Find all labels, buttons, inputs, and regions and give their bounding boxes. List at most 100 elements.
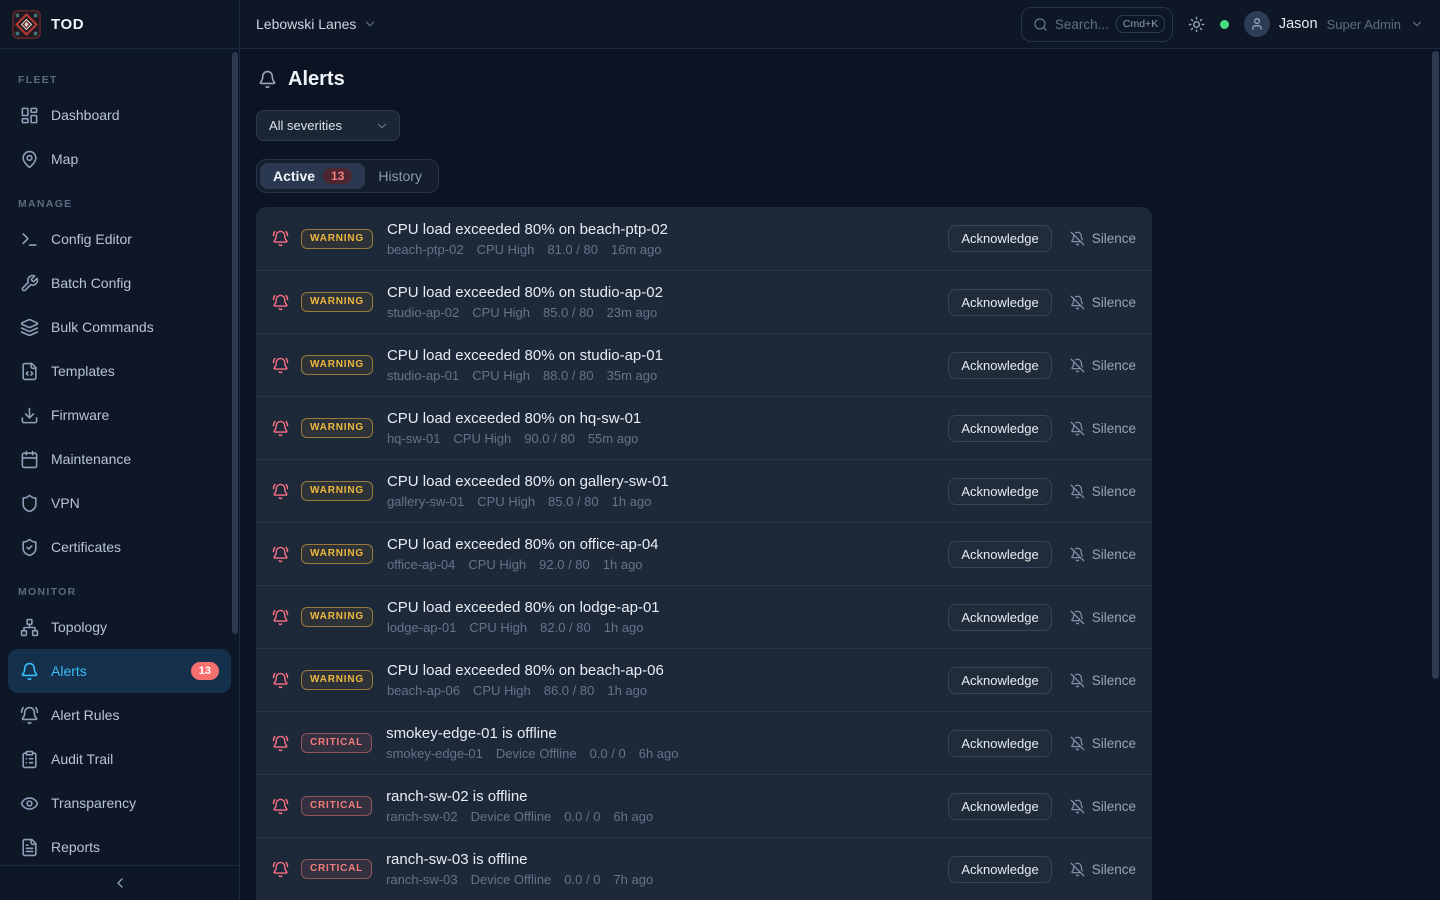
bell-ring-icon xyxy=(272,735,289,752)
brand-name: TOD xyxy=(51,16,84,33)
alert-row[interactable]: CRITICAL ranch-sw-03 is offline ranch-sw… xyxy=(256,837,1152,900)
silence-button[interactable]: Silence xyxy=(1070,862,1136,877)
sidebar-item-audit-trail[interactable]: Audit Trail xyxy=(8,737,231,781)
dashboard-icon xyxy=(20,106,39,125)
alert-actions: Acknowledge Silence xyxy=(948,289,1136,316)
alert-device: beach-ptp-02 xyxy=(387,242,464,257)
alert-row[interactable]: WARNING CPU load exceeded 80% on hq-sw-0… xyxy=(256,396,1152,459)
acknowledge-button[interactable]: Acknowledge xyxy=(948,667,1051,694)
sidebar-item-map[interactable]: Map xyxy=(8,137,231,181)
acknowledge-button[interactable]: Acknowledge xyxy=(948,289,1051,316)
silence-button[interactable]: Silence xyxy=(1070,547,1136,562)
user-menu[interactable]: Jason Super Admin xyxy=(1244,11,1424,37)
alert-row[interactable]: WARNING CPU load exceeded 80% on lodge-a… xyxy=(256,585,1152,648)
alert-row[interactable]: WARNING CPU load exceeded 80% on gallery… xyxy=(256,459,1152,522)
theme-toggle-button[interactable] xyxy=(1188,16,1205,33)
bell-icon xyxy=(258,70,277,89)
alert-meta: beach-ptp-02 CPU High 81.0 / 80 16m ago xyxy=(387,242,668,257)
bell-ring-icon xyxy=(272,861,289,878)
sidebar-item-certificates[interactable]: Certificates xyxy=(8,525,231,569)
alert-value: 88.0 / 80 xyxy=(543,368,594,383)
alert-rule: CPU High xyxy=(472,368,530,383)
main-scrollbar[interactable] xyxy=(1432,51,1439,679)
alert-value: 0.0 / 0 xyxy=(564,872,600,887)
silence-button[interactable]: Silence xyxy=(1070,736,1136,751)
silence-button[interactable]: Silence xyxy=(1070,295,1136,310)
alert-value: 82.0 / 80 xyxy=(540,620,591,635)
sidebar-section: MANAGE Config Editor Batch Config Bulk C… xyxy=(0,197,239,569)
sidebar-item-maintenance[interactable]: Maintenance xyxy=(8,437,231,481)
alert-row[interactable]: CRITICAL smokey-edge-01 is offline smoke… xyxy=(256,711,1152,774)
acknowledge-button[interactable]: Acknowledge xyxy=(948,352,1051,379)
alert-row[interactable]: WARNING CPU load exceeded 80% on office-… xyxy=(256,522,1152,585)
user-role: Super Admin xyxy=(1327,17,1401,32)
sidebar-item-dashboard[interactable]: Dashboard xyxy=(8,93,231,137)
sidebar-scrollbar[interactable] xyxy=(232,52,238,634)
acknowledge-button[interactable]: Acknowledge xyxy=(948,604,1051,631)
sidebar-item-templates[interactable]: Templates xyxy=(8,349,231,393)
tab-active-count-badge: 13 xyxy=(323,168,352,184)
alert-value: 85.0 / 80 xyxy=(548,494,599,509)
acknowledge-button[interactable]: Acknowledge xyxy=(948,730,1051,757)
bell-off-icon xyxy=(1070,484,1085,499)
tab-history[interactable]: History xyxy=(365,163,435,189)
sidebar-item-config-editor[interactable]: Config Editor xyxy=(8,217,231,261)
sidebar-item-alert-rules[interactable]: Alert Rules xyxy=(8,693,231,737)
sidebar-item-firmware[interactable]: Firmware xyxy=(8,393,231,437)
download-icon xyxy=(20,406,39,425)
acknowledge-button[interactable]: Acknowledge xyxy=(948,478,1051,505)
acknowledge-button[interactable]: Acknowledge xyxy=(948,541,1051,568)
silence-button[interactable]: Silence xyxy=(1070,231,1136,246)
sidebar-item-alerts[interactable]: Alerts 13 xyxy=(8,649,231,693)
silence-button[interactable]: Silence xyxy=(1070,799,1136,814)
acknowledge-button[interactable]: Acknowledge xyxy=(948,415,1051,442)
bell-ring-icon xyxy=(272,420,289,437)
severity-badge: WARNING xyxy=(301,481,373,501)
sidebar-item-bulk-commands[interactable]: Bulk Commands xyxy=(8,305,231,349)
bell-ring-icon xyxy=(272,230,289,247)
sidebar-item-reports[interactable]: Reports xyxy=(8,825,231,865)
wrench-icon xyxy=(20,274,39,293)
silence-label: Silence xyxy=(1092,358,1136,373)
sidebar-item-batch-config[interactable]: Batch Config xyxy=(8,261,231,305)
alert-title: CPU load exceeded 80% on beach-ap-06 xyxy=(387,662,664,679)
bell-ring-icon xyxy=(272,483,289,500)
acknowledge-button[interactable]: Acknowledge xyxy=(948,793,1051,820)
alert-row[interactable]: WARNING CPU load exceeded 80% on beach-a… xyxy=(256,648,1152,711)
alert-row[interactable]: CRITICAL ranch-sw-02 is offline ranch-sw… xyxy=(256,774,1152,837)
alert-row[interactable]: WARNING CPU load exceeded 80% on studio-… xyxy=(256,333,1152,396)
alert-meta: office-ap-04 CPU High 92.0 / 80 1h ago xyxy=(387,557,659,572)
silence-button[interactable]: Silence xyxy=(1070,421,1136,436)
shield-icon xyxy=(20,494,39,513)
silence-button[interactable]: Silence xyxy=(1070,673,1136,688)
alert-text: CPU load exceeded 80% on office-ap-04 of… xyxy=(387,536,659,572)
silence-button[interactable]: Silence xyxy=(1070,358,1136,373)
alert-row[interactable]: WARNING CPU load exceeded 80% on beach-p… xyxy=(256,207,1152,270)
sidebar-item-label: Bulk Commands xyxy=(51,319,154,335)
alert-row[interactable]: WARNING CPU load exceeded 80% on studio-… xyxy=(256,270,1152,333)
alert-title: CPU load exceeded 80% on studio-ap-01 xyxy=(387,347,663,364)
avatar xyxy=(1244,11,1270,37)
bell-off-icon xyxy=(1070,358,1085,373)
silence-button[interactable]: Silence xyxy=(1070,484,1136,499)
alert-rule: Device Offline xyxy=(471,809,552,824)
tab-active[interactable]: Active 13 xyxy=(260,163,365,189)
sidebar-item-vpn[interactable]: VPN xyxy=(8,481,231,525)
severity-filter-select[interactable]: All severities xyxy=(256,110,400,141)
sidebar-item-topology[interactable]: Topology xyxy=(8,605,231,649)
acknowledge-button[interactable]: Acknowledge xyxy=(948,225,1051,252)
bell-ring-icon xyxy=(272,609,289,626)
chevron-down-icon xyxy=(363,17,377,31)
acknowledge-button[interactable]: Acknowledge xyxy=(948,856,1051,883)
alert-meta: beach-ap-06 CPU High 86.0 / 80 1h ago xyxy=(387,683,664,698)
alert-meta: gallery-sw-01 CPU High 85.0 / 80 1h ago xyxy=(387,494,669,509)
sidebar-section-items: Topology Alerts 13 Alert Rules Audit Tra… xyxy=(0,605,239,865)
sidebar-item-transparency[interactable]: Transparency xyxy=(8,781,231,825)
alert-device: lodge-ap-01 xyxy=(387,620,456,635)
topbar: Lebowski Lanes Search... Cmd+K Jason Sup… xyxy=(240,0,1440,49)
silence-button[interactable]: Silence xyxy=(1070,610,1136,625)
search-input[interactable]: Search... Cmd+K xyxy=(1021,7,1173,42)
org-switcher[interactable]: Lebowski Lanes xyxy=(256,16,377,32)
sidebar-collapse-button[interactable] xyxy=(0,865,239,900)
sidebar-item-label: Alert Rules xyxy=(51,707,119,723)
